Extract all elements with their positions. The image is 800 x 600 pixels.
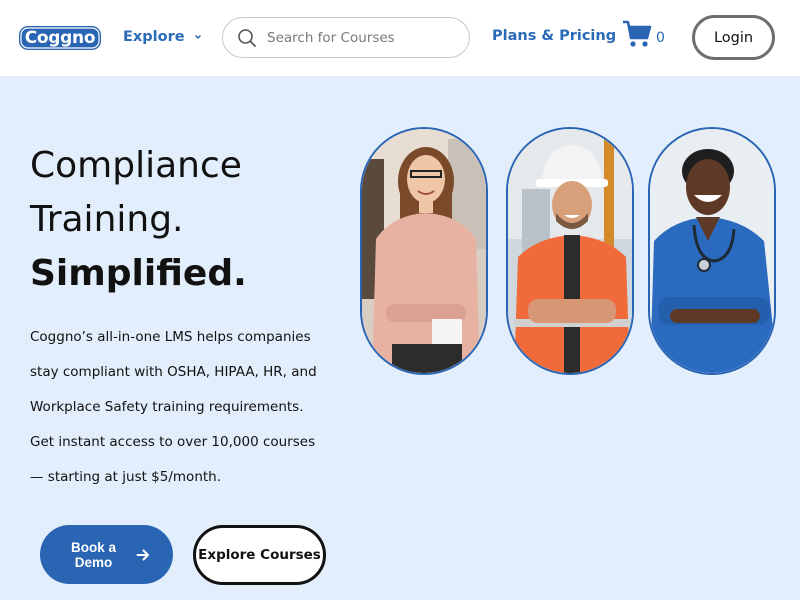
cart-count: 0: [656, 30, 665, 46]
arrow-right-icon: [136, 549, 149, 560]
description-line: — starting at just $5/month.: [30, 469, 222, 485]
cart-button[interactable]: 0: [622, 20, 672, 50]
photo-healthcare-worker: [648, 127, 776, 375]
photo-construction-worker: [506, 127, 634, 375]
search-box: [222, 17, 470, 58]
hero-description: Coggno’s all-in-one LMS helps companies …: [30, 320, 350, 495]
site-header: Coggno Explore Plans & Pricing 0 Login: [0, 0, 800, 76]
book-demo-button[interactable]: Book a Demo: [40, 525, 173, 584]
explore-menu-label: Explore: [123, 29, 185, 45]
login-button[interactable]: Login: [692, 15, 775, 60]
book-demo-label: Book a Demo: [70, 539, 116, 570]
photo-office-worker: [360, 127, 488, 375]
description-line: Get instant access to over 10,000 course…: [30, 434, 316, 450]
search-input[interactable]: [267, 24, 463, 52]
chevron-down-icon: [194, 34, 201, 40]
description-line: stay compliant with OSHA, HIPAA, HR, and: [30, 364, 317, 380]
logo-text: Coggno: [24, 28, 96, 48]
search-icon[interactable]: [237, 28, 257, 48]
rating-strip: ?: [148, 592, 248, 600]
headline-line-2: Training.: [30, 199, 184, 240]
cart-icon: [623, 20, 652, 47]
headline-line-3: Simplified.: [30, 253, 247, 294]
plans-pricing-link[interactable]: Plans & Pricing: [492, 28, 616, 44]
hero-photo-group: [356, 124, 780, 380]
description-line: Coggno’s all-in-one LMS helps companies: [30, 329, 311, 345]
coggno-logo[interactable]: Coggno: [19, 26, 101, 50]
explore-menu[interactable]: Explore: [123, 27, 202, 47]
description-line: Workplace Safety training requirements.: [30, 399, 304, 415]
explore-courses-button[interactable]: Explore Courses: [193, 525, 326, 585]
headline-line-1: Compliance: [30, 145, 242, 186]
hero-headline: Compliance Training. Simplified.: [30, 139, 350, 301]
